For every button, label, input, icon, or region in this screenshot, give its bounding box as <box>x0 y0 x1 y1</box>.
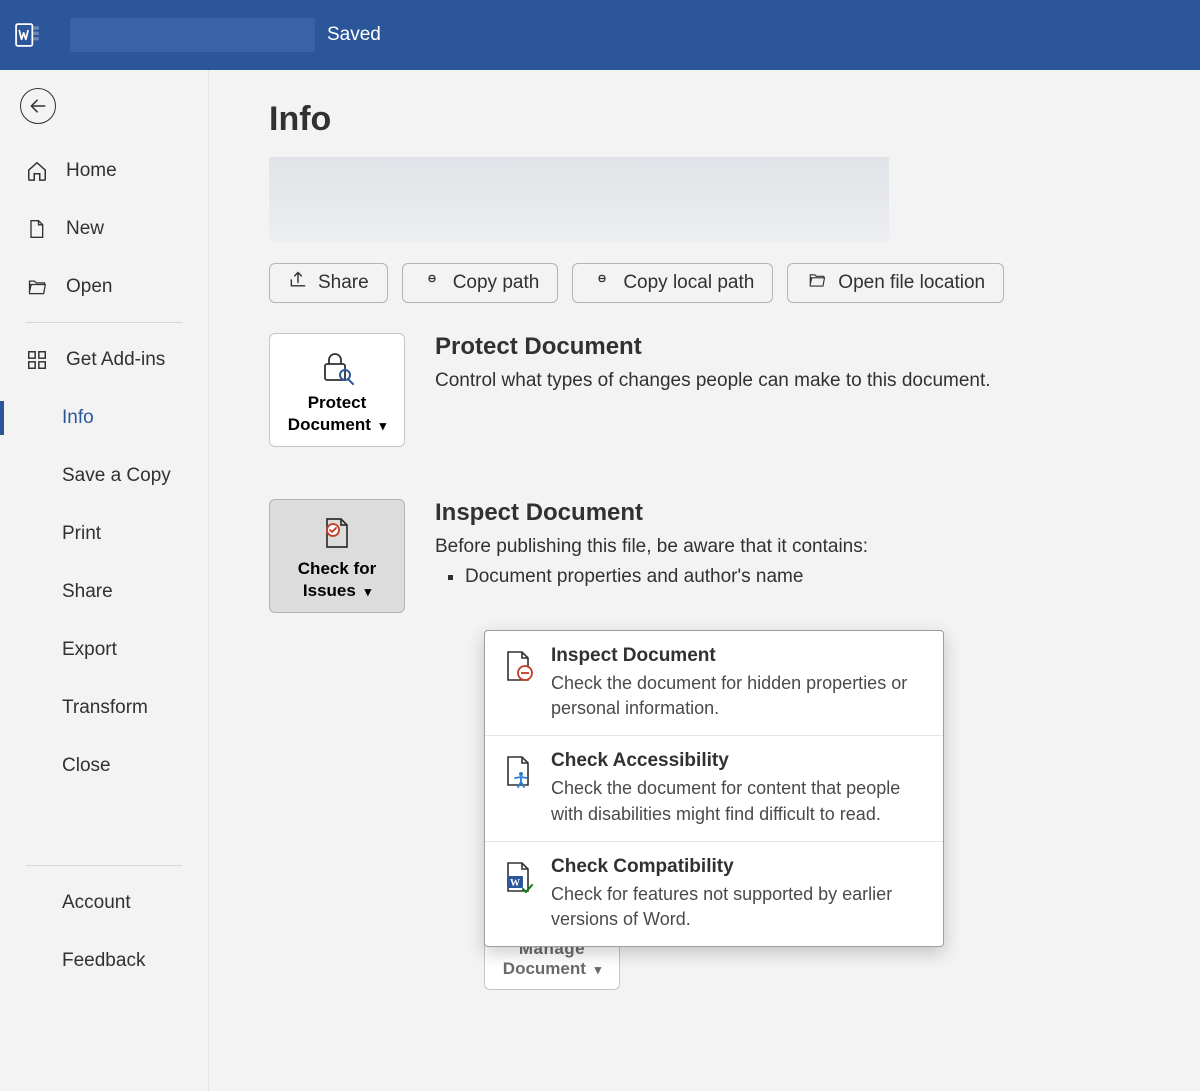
sidebar-item-label: Home <box>66 160 117 182</box>
addins-icon <box>26 349 50 371</box>
tile-label: Check for Issues ▾ <box>278 558 396 602</box>
dropdown-title: Check Accessibility <box>551 750 923 772</box>
section-heading: Protect Document <box>435 333 991 361</box>
sidebar-item-label: Info <box>62 407 94 429</box>
chevron-down-icon: ▾ <box>365 584 372 599</box>
dropdown-desc: Check the document for content that peop… <box>551 776 923 826</box>
protect-document-tile[interactable]: Protect Document ▾ <box>269 333 405 447</box>
document-icon <box>26 218 50 240</box>
tile-label-line2: Document ▾ <box>493 959 611 979</box>
sidebar-item-share[interactable]: Share <box>0 563 208 621</box>
sidebar-item-label: Save a Copy <box>62 465 171 487</box>
button-label: Copy local path <box>623 272 754 294</box>
check-for-issues-dropdown: Inspect Document Check the document for … <box>484 630 944 947</box>
sidebar-item-label: Get Add-ins <box>66 349 165 371</box>
share-icon <box>288 270 308 296</box>
button-label: Share <box>318 272 369 294</box>
sidebar-item-account[interactable]: Account <box>0 874 208 932</box>
folder-open-icon <box>26 277 50 297</box>
document-accessibility-icon <box>501 750 537 826</box>
sidebar-item-save-copy[interactable]: Save a Copy <box>0 447 208 505</box>
sidebar-item-label: Open <box>66 276 112 298</box>
section-heading: Inspect Document <box>435 499 868 527</box>
sidebar-item-label: Export <box>62 639 117 661</box>
save-status: Saved <box>327 24 381 46</box>
tile-label: Protect Document ▾ <box>278 392 396 436</box>
document-title-redacted <box>70 18 315 52</box>
share-button[interactable]: Share <box>269 263 388 303</box>
sidebar-separator <box>26 322 182 323</box>
section-desc: Control what types of changes people can… <box>435 367 991 396</box>
home-icon <box>26 160 50 182</box>
inspect-text: Inspect Document Before publishing this … <box>435 499 868 588</box>
doc-location-redacted <box>269 157 889 241</box>
dropdown-item-check-accessibility[interactable]: Check Accessibility Check the document f… <box>485 736 943 841</box>
button-label: Copy path <box>453 272 540 294</box>
sidebar-item-print[interactable]: Print <box>0 505 208 563</box>
back-arrow-icon <box>28 96 48 116</box>
link-icon <box>421 271 443 295</box>
main-content: Info Share Copy path Copy local path Ope… <box>209 70 1200 1091</box>
folder-open-icon <box>806 271 828 295</box>
sidebar-separator <box>26 865 182 866</box>
copy-path-button[interactable]: Copy path <box>402 263 559 303</box>
dropdown-item-inspect-document[interactable]: Inspect Document Check the document for … <box>485 631 943 736</box>
sidebar-item-label: Close <box>62 755 111 777</box>
sidebar-item-addins[interactable]: Get Add-ins <box>0 331 208 389</box>
sidebar-item-export[interactable]: Export <box>0 621 208 679</box>
button-label: Open file location <box>838 272 985 294</box>
title-bar: Saved <box>0 0 1200 70</box>
check-for-issues-tile[interactable]: Check for Issues ▾ <box>269 499 405 613</box>
protect-text: Protect Document Control what types of c… <box>435 333 991 396</box>
protect-section: Protect Document ▾ Protect Document Cont… <box>269 333 1200 447</box>
chevron-down-icon: ▾ <box>595 962 602 977</box>
sidebar-item-feedback[interactable]: Feedback <box>0 932 208 990</box>
action-row: Share Copy path Copy local path Open fil… <box>269 263 1200 303</box>
copy-local-path-button[interactable]: Copy local path <box>572 263 773 303</box>
sidebar-item-transform[interactable]: Transform <box>0 679 208 737</box>
lock-key-icon <box>317 348 357 386</box>
dropdown-desc: Check the document for hidden properties… <box>551 671 923 721</box>
document-minus-icon <box>501 645 537 721</box>
backstage-sidebar: Home New Open Get Add-ins Info Save a Co… <box>0 70 209 1091</box>
page-title: Info <box>269 100 1200 139</box>
sidebar-item-label: New <box>66 218 104 240</box>
sidebar-item-info[interactable]: Info <box>0 389 208 447</box>
word-logo-icon <box>14 21 42 49</box>
dropdown-item-check-compatibility[interactable]: W Check Compatibility Check for features… <box>485 842 943 946</box>
sidebar-item-home[interactable]: Home <box>0 142 208 200</box>
sidebar-item-label: Share <box>62 581 113 603</box>
dropdown-title: Check Compatibility <box>551 856 923 878</box>
sidebar-item-close[interactable]: Close <box>0 737 208 795</box>
sidebar-item-label: Transform <box>62 697 148 719</box>
inspect-section: Check for Issues ▾ Inspect Document Befo… <box>269 499 1200 613</box>
sidebar-item-new[interactable]: New <box>0 200 208 258</box>
link-icon <box>591 271 613 295</box>
sidebar-item-open[interactable]: Open <box>0 258 208 316</box>
svg-text:W: W <box>510 878 520 889</box>
section-desc: Before publishing this file, be aware th… <box>435 533 868 562</box>
sidebar-item-label: Account <box>62 892 131 914</box>
sidebar-item-label: Feedback <box>62 950 145 972</box>
chevron-down-icon: ▾ <box>380 418 387 433</box>
dropdown-desc: Check for features not supported by earl… <box>551 882 923 932</box>
sidebar-item-label: Print <box>62 523 101 545</box>
dropdown-title: Inspect Document <box>551 645 923 667</box>
open-location-button[interactable]: Open file location <box>787 263 1004 303</box>
inspect-bullet: Document properties and author's name <box>465 566 868 588</box>
document-check-icon <box>319 514 355 552</box>
back-button[interactable] <box>20 88 56 124</box>
document-word-check-icon: W <box>501 856 537 932</box>
